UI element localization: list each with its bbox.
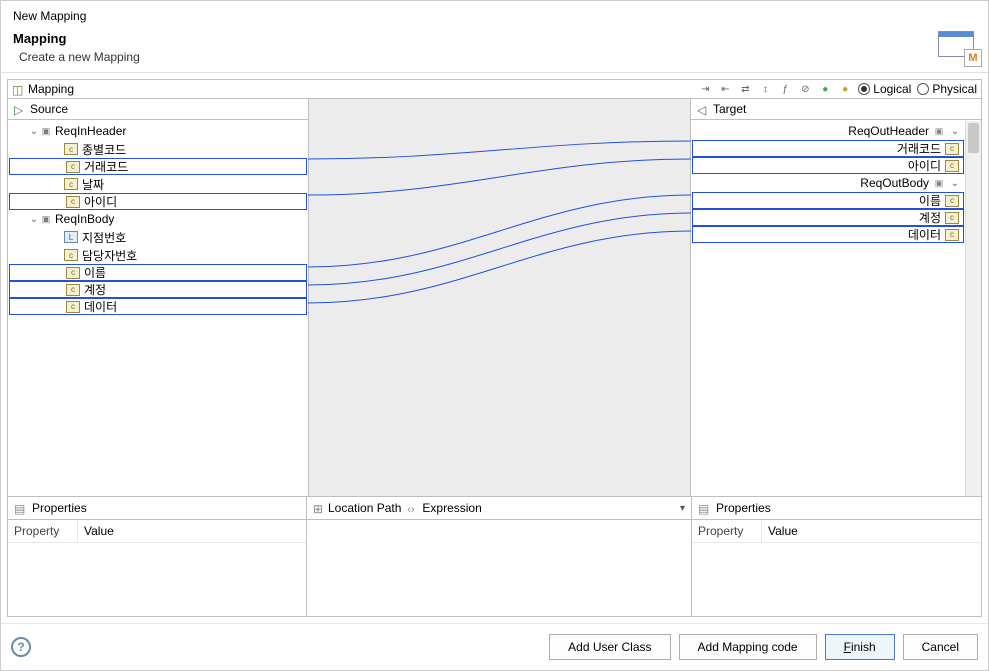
col-value: Value (762, 520, 804, 542)
col-value: Value (78, 520, 120, 542)
source-field[interactable]: c종별코드 (8, 140, 308, 158)
source-field[interactable]: c이름 (9, 264, 307, 281)
tool-link-b-icon[interactable]: ⇤ (718, 82, 732, 96)
wizard-heading: Mapping (13, 31, 976, 46)
source-column: Source ⌄ ▣ ReqInHeader c종별코드 c거래코드 c날짜 c… (8, 99, 308, 496)
source-tree[interactable]: ⌄ ▣ ReqInHeader c종별코드 c거래코드 c날짜 c아이디 ⌄ ▣… (8, 120, 308, 317)
radio-logical[interactable]: Logical (858, 82, 911, 96)
target-column: Target ReqOutHeader ▣ ⌄ 거래코드c 아이디c ReqOu… (691, 99, 981, 496)
source-field[interactable]: c담당자번호 (8, 246, 308, 264)
tab-location-path[interactable]: Location Path (313, 501, 401, 515)
location-path-icon (313, 502, 325, 514)
tree-label: 계정 (919, 209, 941, 226)
source-field[interactable]: c거래코드 (9, 158, 307, 175)
source-field[interactable]: c데이터 (9, 298, 307, 315)
tool-fx-icon[interactable]: ƒ (778, 82, 792, 96)
tree-label: 지점번호 (82, 229, 126, 246)
chevron-down-icon[interactable]: ⌄ (28, 214, 40, 225)
chevron-down-icon[interactable]: ⌄ (28, 126, 40, 137)
group-icon: ▣ (933, 125, 945, 137)
target-group-reqoutbody[interactable]: ReqOutBody ▣ ⌄ (691, 174, 965, 192)
group-icon: ▣ (933, 177, 945, 189)
tree-label: 아이디 (84, 193, 117, 210)
wizard-header: New Mapping Mapping Create a new Mapping… (1, 1, 988, 73)
tree-label: 데이터 (908, 226, 941, 243)
group-icon: ▣ (40, 213, 52, 225)
expression-icon (407, 502, 419, 514)
source-field[interactable]: c아이디 (9, 193, 307, 210)
cancel-button[interactable]: Cancel (903, 634, 978, 660)
tree-label: 이름 (919, 192, 941, 209)
tree-label: 거래코드 (84, 158, 128, 175)
tool-link-a-icon[interactable]: ⇥ (698, 82, 712, 96)
panel-title: Properties (32, 501, 87, 515)
wizard-banner-icon: M (938, 31, 978, 63)
tree-label: 아이디 (908, 157, 941, 174)
target-group-reqoutheader[interactable]: ReqOutHeader ▣ ⌄ (691, 122, 965, 140)
right-properties-panel: Properties Property Value (691, 496, 982, 617)
tool-clear-icon[interactable]: ⊘ (798, 82, 812, 96)
group-icon: ▣ (40, 125, 52, 137)
target-field[interactable]: 이름c (692, 192, 964, 209)
tree-label: 데이터 (84, 298, 117, 315)
target-field[interactable]: 계정c (692, 209, 964, 226)
tree-label: 이름 (84, 264, 106, 281)
source-field[interactable]: c계정 (9, 281, 307, 298)
mapping-icon (12, 83, 24, 95)
mapping-toolbar: Mapping ⇥ ⇤ ⇄ ↕ ƒ ⊘ ● ● Logical Physical (7, 79, 982, 99)
properties-header-row: Property Value (8, 520, 306, 543)
left-properties-panel: Properties Property Value (7, 496, 307, 617)
tree-label: 담당자번호 (82, 247, 137, 264)
finish-button[interactable]: Finish (825, 634, 895, 660)
properties-header-row: Property Value (692, 520, 981, 543)
tool-status-warn-icon[interactable]: ● (838, 82, 852, 96)
wizard-footer: ? Add User Class Add Mapping code Finish… (1, 623, 988, 670)
tab-expression[interactable]: Expression (407, 501, 481, 515)
target-header: Target (691, 99, 981, 120)
properties-icon (14, 502, 26, 514)
mapping-body: Source ⌄ ▣ ReqInHeader c종별코드 c거래코드 c날짜 c… (7, 99, 982, 497)
source-header: Source (8, 99, 308, 120)
chevron-down-icon[interactable]: ⌄ (949, 178, 961, 189)
source-field[interactable]: c날짜 (8, 175, 308, 193)
tool-status-ok-icon[interactable]: ● (818, 82, 832, 96)
connection-canvas[interactable] (308, 99, 691, 496)
window-title: New Mapping (13, 9, 976, 23)
target-scrollbar[interactable] (965, 121, 981, 496)
source-group-reqinbody[interactable]: ⌄ ▣ ReqInBody (8, 210, 308, 228)
panel-menu-dropdown-icon[interactable]: ▾ (680, 503, 685, 514)
mapping-title: Mapping (28, 82, 698, 96)
tree-label: 날짜 (82, 176, 104, 193)
tree-label: ReqInHeader (55, 124, 126, 138)
tree-label: 거래코드 (897, 140, 941, 157)
add-mapping-code-button[interactable]: Add Mapping code (679, 634, 817, 660)
mapping-tool-icons: ⇥ ⇤ ⇄ ↕ ƒ ⊘ ● ● (698, 82, 852, 96)
tree-label: ReqOutBody (860, 176, 929, 190)
col-property: Property (8, 520, 78, 542)
radio-physical[interactable]: Physical (917, 82, 977, 96)
tree-label: ReqInBody (55, 212, 114, 226)
middle-panel: Location Path Expression ▾ (306, 496, 692, 617)
tree-label: 계정 (84, 281, 106, 298)
chevron-down-icon[interactable]: ⌄ (949, 126, 961, 137)
tool-swap-icon[interactable]: ⇄ (738, 82, 752, 96)
source-group-reqinheader[interactable]: ⌄ ▣ ReqInHeader (8, 122, 308, 140)
tool-reorder-icon[interactable]: ↕ (758, 82, 772, 96)
panel-title: Properties (716, 501, 771, 515)
properties-icon (698, 502, 710, 514)
col-property: Property (692, 520, 762, 542)
lower-panels: Properties Property Value Location Path … (7, 497, 982, 617)
target-field[interactable]: 데이터c (692, 226, 964, 243)
tree-label: 종별코드 (82, 141, 126, 158)
wizard-description: Create a new Mapping (19, 50, 976, 64)
target-tree[interactable]: ReqOutHeader ▣ ⌄ 거래코드c 아이디c ReqOutBody ▣… (691, 120, 981, 245)
source-icon (14, 103, 26, 115)
add-user-class-button[interactable]: Add User Class (549, 634, 670, 660)
target-field[interactable]: 아이디c (692, 157, 964, 174)
target-field[interactable]: 거래코드c (692, 140, 964, 157)
help-icon[interactable]: ? (11, 637, 31, 657)
target-icon (697, 103, 709, 115)
tree-label: ReqOutHeader (848, 124, 929, 138)
source-field[interactable]: L지점번호 (8, 228, 308, 246)
